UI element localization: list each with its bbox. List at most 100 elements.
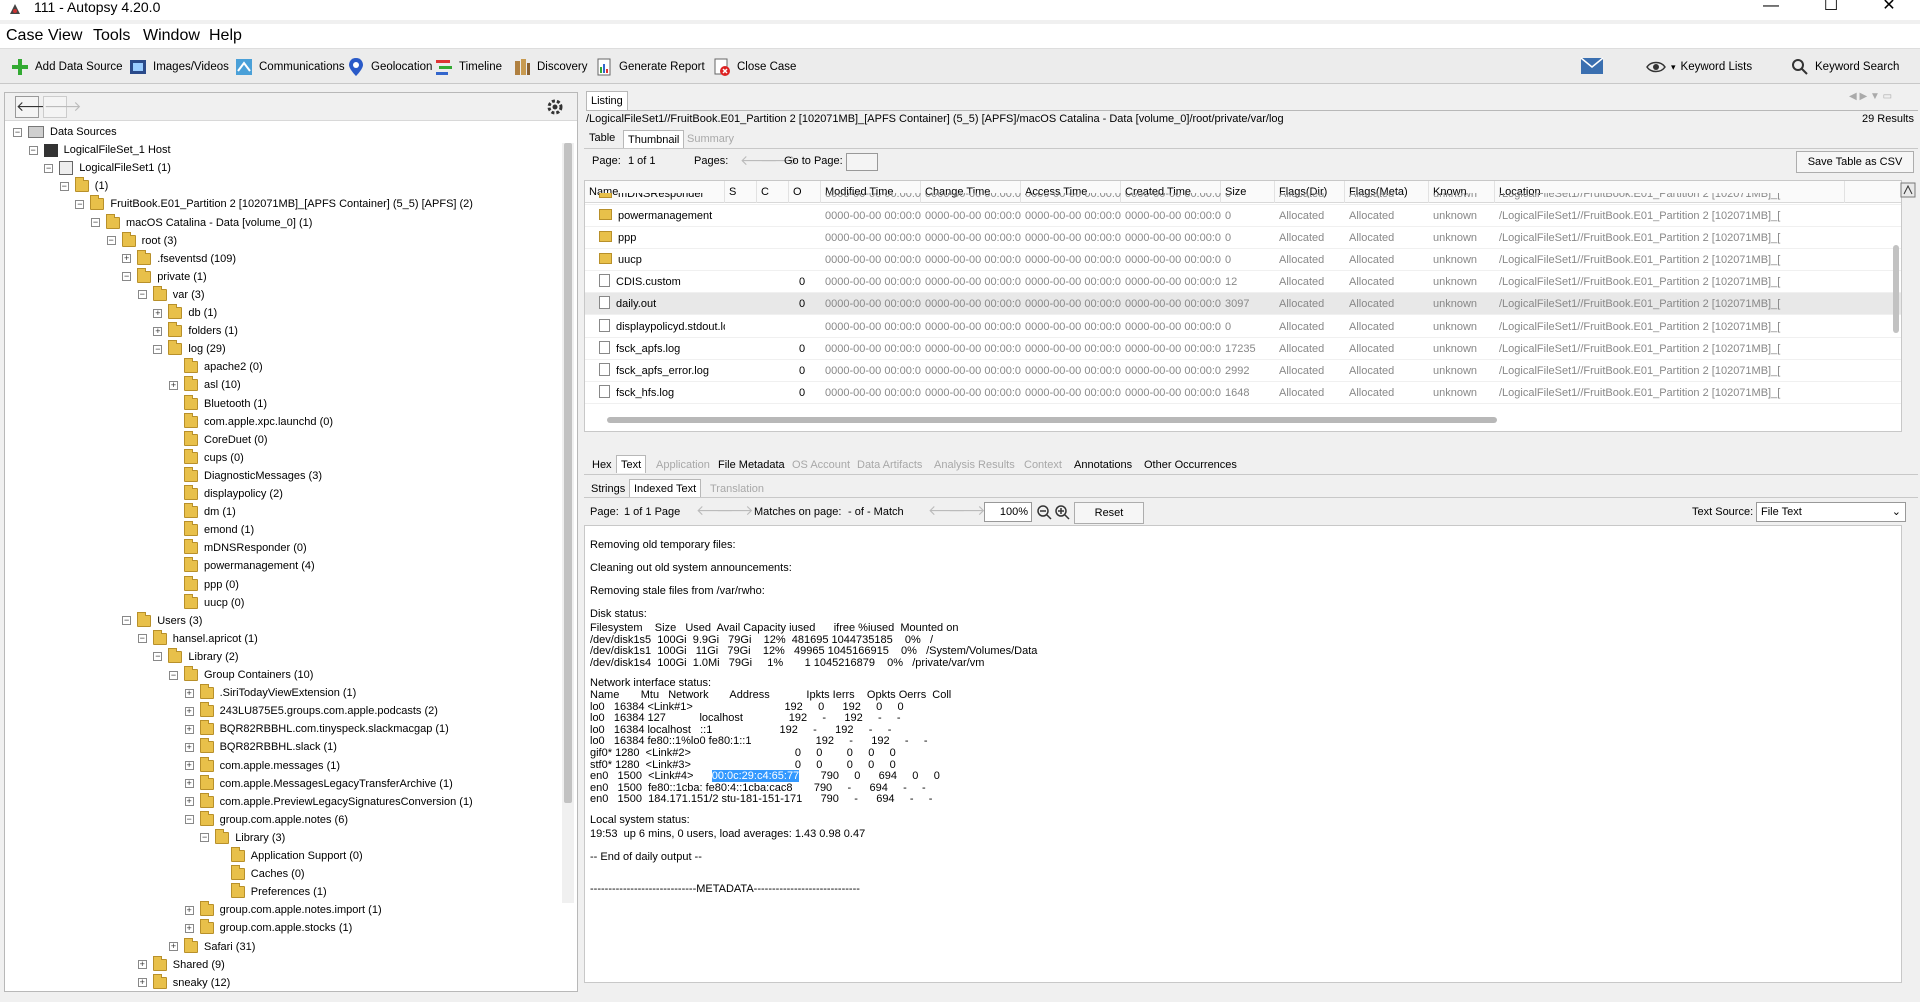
expand-icon[interactable]: + xyxy=(153,326,163,336)
tree-node[interactable]: + asl (10) xyxy=(169,376,241,394)
zoom-input[interactable]: 100% xyxy=(984,502,1032,522)
collapse-icon[interactable]: − xyxy=(122,616,132,626)
tree-node[interactable]: − Group Containers (10) xyxy=(169,666,313,684)
tree-node[interactable]: − Library (3) xyxy=(200,828,285,847)
expand-icon[interactable]: + xyxy=(184,923,194,933)
tree-node[interactable]: + Safari (31) xyxy=(169,937,255,956)
expand-icon[interactable]: + xyxy=(169,942,178,951)
menu-window[interactable]: Window xyxy=(143,27,200,45)
table-row[interactable]: fsck_apfs.log 0 0000-00-00 00:00:00 0000-00… xyxy=(585,338,1901,360)
table-row[interactable]: fsck_apfs_error.log 0 0000-00-00 00:00:00 0… xyxy=(585,360,1901,382)
tree-node[interactable]: − Library (2) xyxy=(153,647,239,666)
indexed-text-content[interactable]: Removing old temporary files: Cleaning ou… xyxy=(584,525,1902,983)
save-table-csv-button[interactable]: Save Table as CSV xyxy=(1796,151,1914,173)
expand-icon[interactable]: + xyxy=(184,779,194,789)
tab-table[interactable]: Table xyxy=(585,129,619,147)
expand-icon[interactable]: + xyxy=(153,308,163,318)
tree-node[interactable]: CoreDuet (0) xyxy=(169,430,268,449)
tree-node[interactable]: − var (3) xyxy=(137,285,205,304)
tree-node[interactable]: ppp (0) xyxy=(169,575,239,594)
close-window-button[interactable]: ✕ xyxy=(1866,0,1912,18)
tree-node[interactable]: + sneaky (12) xyxy=(137,973,230,991)
email-icon[interactable] xyxy=(1580,57,1604,75)
generate-report-button[interactable]: Generate Report xyxy=(594,55,705,79)
add-data-source-button[interactable]: Add Data Source xyxy=(10,55,123,79)
tree-node[interactable]: − LogicalFileSet_1 Host xyxy=(28,141,171,159)
expand-icon[interactable]: + xyxy=(184,905,194,915)
tree-node[interactable]: +243LU875E5.groups.com.apple.podcasts (2… xyxy=(184,702,438,720)
expand-icon[interactable]: + xyxy=(184,761,194,770)
tab-annotations[interactable]: Annotations xyxy=(1070,456,1136,474)
back-button[interactable]: 🡐 xyxy=(15,96,54,118)
tree-node[interactable]: + .fseventsd (109) xyxy=(122,249,236,268)
column-chooser-icon[interactable] xyxy=(1900,182,1916,198)
tab-other-occurrences[interactable]: Other Occurrences xyxy=(1140,456,1241,474)
tree-scrollbar[interactable] xyxy=(562,143,574,903)
table-hscroll-thumb[interactable] xyxy=(607,417,1497,423)
collapse-icon[interactable]: − xyxy=(59,181,69,191)
tab-context[interactable]: Context xyxy=(1020,456,1066,474)
tree-node[interactable]: Caches (0) xyxy=(216,865,305,883)
geolocation-button[interactable]: Geolocation xyxy=(346,55,432,79)
tree-node[interactable]: + com.apple.messages (1) xyxy=(184,756,340,775)
communications-button[interactable]: Communications xyxy=(234,55,345,79)
next-match-icon[interactable]: 🡒 xyxy=(948,502,986,519)
tree-node[interactable]: − macOS Catalina - Data [volume_0] (1) xyxy=(91,213,312,232)
tree-node[interactable]: − hansel.apricot (1) xyxy=(137,629,258,648)
tree-node[interactable]: + com.apple.PreviewLegacySignaturesConver… xyxy=(184,792,473,811)
table-row[interactable]: ppp 0000-00-00 00:00:00 0000-00-00 00:00:0… xyxy=(585,227,1901,250)
tab-os-account[interactable]: OS Account xyxy=(788,456,854,474)
table-row[interactable]: fsck_hfs.log 0 0000-00-00 00:00:00 0000-00-… xyxy=(585,382,1901,404)
tree-node[interactable]: − private (1) xyxy=(122,267,207,286)
tree-node[interactable]: apache2 (0) xyxy=(169,358,263,376)
tree-node[interactable]: Bluetooth (1) xyxy=(169,394,267,413)
collapse-icon[interactable]: − xyxy=(137,634,147,644)
expand-icon[interactable]: + xyxy=(184,742,194,752)
collapse-icon[interactable]: − xyxy=(200,833,210,843)
menu-case[interactable]: Case xyxy=(6,27,43,45)
goto-page-input[interactable] xyxy=(846,153,878,171)
table-vscroll-thumb[interactable] xyxy=(1893,245,1899,333)
text-next-page-icon[interactable]: 🡒 xyxy=(716,502,754,519)
tree-node[interactable]: + com.apple.MessagesLegacyTransferArchive… xyxy=(184,774,453,793)
tree-node[interactable]: + group.com.apple.notes.import (1) xyxy=(184,901,382,919)
menu-view[interactable]: View xyxy=(48,27,82,45)
maximize-button[interactable]: ☐ xyxy=(1808,0,1854,18)
collapse-icon[interactable]: − xyxy=(153,652,163,662)
collapse-icon[interactable]: − xyxy=(44,163,54,173)
tree-node[interactable]: DiagnosticMessages (3) xyxy=(169,466,322,485)
gear-icon[interactable] xyxy=(545,97,565,117)
tab-nav-controls[interactable]: ◀ ▶ ▼ ▭ xyxy=(1849,91,1892,102)
tree-node[interactable]: − (1) xyxy=(59,177,108,195)
tree-node[interactable]: powermanagement (4) xyxy=(169,557,315,575)
tree-node[interactable]: + group.com.apple.stocks (1) xyxy=(184,919,352,937)
table-row[interactable]: powermanagement 0000-00-00 00:00:00 0000-0… xyxy=(585,205,1901,227)
collapse-icon[interactable]: − xyxy=(13,127,22,137)
tab-hex[interactable]: Hex xyxy=(588,456,616,474)
tab-translation[interactable]: Translation xyxy=(706,480,768,498)
expand-icon[interactable]: + xyxy=(122,254,132,264)
expand-icon[interactable]: + xyxy=(184,797,194,807)
table-row[interactable]: CDIS.custom 0 0000-00-00 00:00:00 0000-00-0… xyxy=(585,271,1901,294)
keyword-search-button[interactable]: Keyword Search xyxy=(1790,55,1899,79)
expand-icon[interactable]: + xyxy=(137,960,147,970)
collapse-icon[interactable]: − xyxy=(184,815,194,825)
close-case-button[interactable]: Close Case xyxy=(712,55,796,79)
collapse-icon[interactable]: − xyxy=(169,670,178,680)
tree-node[interactable]: − FruitBook.E01_Partition 2 [102071MB]_[A… xyxy=(75,195,473,213)
tab-thumbnail[interactable]: Thumbnail xyxy=(623,130,685,148)
collapse-icon[interactable]: − xyxy=(153,344,163,354)
tab-listing[interactable]: Listing xyxy=(586,91,628,111)
text-source-select[interactable]: File Text ⌄ xyxy=(1756,502,1906,522)
table-row[interactable]: daily.out 0 0000-00-00 00:00:00 0000-00-00 … xyxy=(585,293,1901,316)
tree-node[interactable]: + .SiriTodayViewExtension (1) xyxy=(184,684,356,702)
menu-tools[interactable]: Tools xyxy=(93,27,130,45)
tab-strings[interactable]: Strings xyxy=(587,480,629,498)
forward-button[interactable]: 🡒 xyxy=(43,96,82,118)
tab-indexed-text[interactable]: Indexed Text xyxy=(629,479,702,497)
tree-node[interactable]: − group.com.apple.notes (6) xyxy=(184,810,348,829)
tree-node[interactable]: Preferences (1) xyxy=(216,883,327,901)
text-vscroll-thumb[interactable] xyxy=(1901,716,1902,966)
collapse-icon[interactable]: − xyxy=(28,145,38,155)
images-videos-button[interactable]: Images/Videos xyxy=(128,55,229,79)
